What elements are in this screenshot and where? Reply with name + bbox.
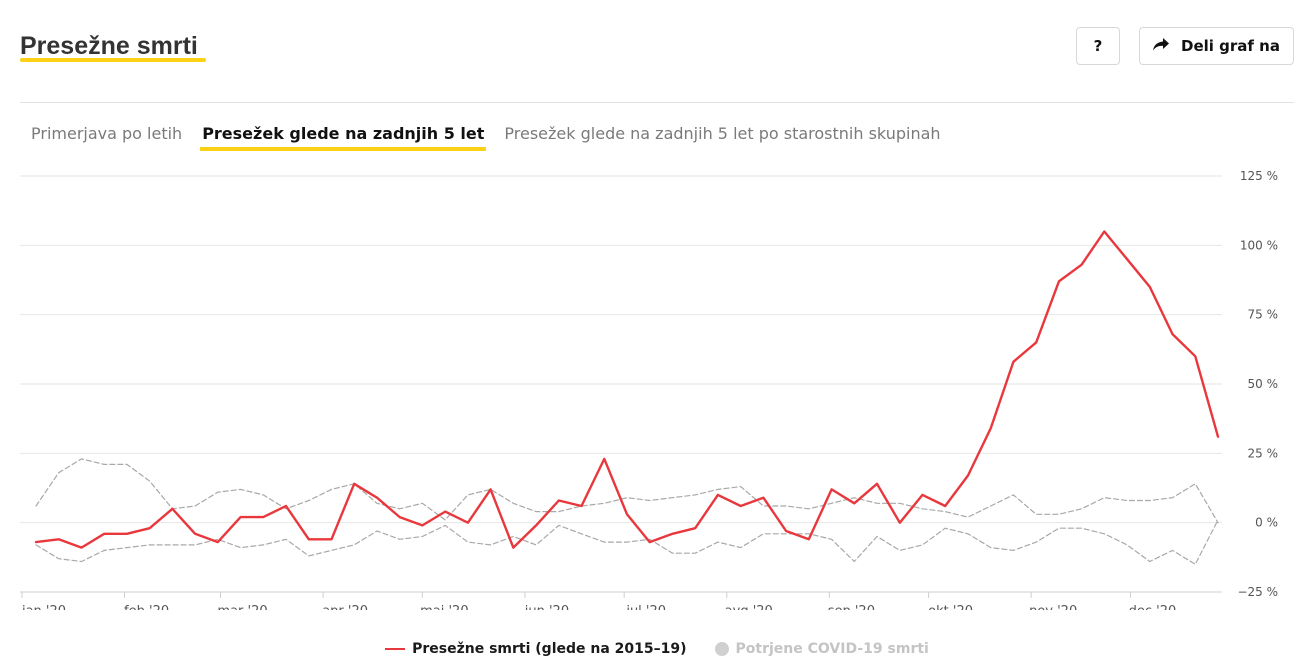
tab-excess-5-years[interactable]: Presežek glede na zadnjih 5 let <box>200 124 487 151</box>
chart: 125 % 100 % 75 % 50 % 25 % 0 % −25 % jan '20 feb… <box>20 169 1279 610</box>
x-tick-label: sep '20 <box>828 604 875 610</box>
x-tick-label: jan '20 <box>21 604 66 610</box>
active-tab-underline <box>200 147 487 151</box>
x-tick-label: jun '20 <box>524 604 569 610</box>
y-tick-label: 125 % <box>1240 169 1278 183</box>
tab-excess-by-age-group[interactable]: Presežek glede na zadnjih 5 let po staro… <box>504 124 940 151</box>
x-tick-label: nov '20 <box>1029 604 1077 610</box>
x-tick-label: jul '20 <box>625 604 666 610</box>
y-tick-label: 75 % <box>1248 308 1279 322</box>
help-button[interactable]: ? <box>1076 27 1120 65</box>
header-divider <box>20 102 1294 103</box>
series-line-excess-deaths <box>34 230 1220 549</box>
chart-legend: Presežne smrti (glede na 2015–19) Potrje… <box>0 641 1314 657</box>
y-tick-label: 0 % <box>1255 516 1278 530</box>
legend-dot-marker <box>714 642 729 656</box>
series-line-band <box>35 519 1219 565</box>
legend-label: Presežne smrti (glede na 2015–19) <box>412 641 687 657</box>
legend-item-excess-deaths[interactable]: Presežne smrti (glede na 2015–19) <box>385 641 687 657</box>
chart-tabs: Primerjava po letih Presežek glede na za… <box>31 124 941 151</box>
tab-year-comparison[interactable]: Primerjava po letih <box>31 124 182 151</box>
legend-item-covid-deaths[interactable]: Potrjene COVID-19 smrti <box>714 641 929 657</box>
x-tick-label: avg '20 <box>725 604 773 610</box>
y-tick-label: 50 % <box>1248 377 1279 391</box>
y-tick-label: −25 % <box>1237 585 1278 599</box>
tab-label: Presežek glede na zadnjih 5 let po staro… <box>504 124 941 143</box>
share-button-label: Deli graf na <box>1181 37 1280 55</box>
y-tick-label: 100 % <box>1240 238 1278 252</box>
legend-label: Potrjene COVID-19 smrti <box>735 641 929 657</box>
x-tick-label: apr '20 <box>322 604 368 610</box>
tab-label: Presežek glede na zadnjih 5 let <box>202 124 485 143</box>
x-tick-label: feb '20 <box>124 604 169 610</box>
title-underline <box>20 58 206 62</box>
x-tick-label: mar '20 <box>217 604 267 610</box>
x-tick-label: maj '20 <box>420 604 469 610</box>
y-tick-label: 25 % <box>1248 446 1279 460</box>
x-tick-label: okt '20 <box>928 604 973 610</box>
share-arrow-icon <box>1153 37 1170 55</box>
legend-line-marker <box>385 648 406 650</box>
x-tick-label: dec '20 <box>1129 604 1177 610</box>
tab-label: Primerjava po letih <box>31 124 183 143</box>
share-button[interactable]: Deli graf na <box>1139 27 1294 65</box>
